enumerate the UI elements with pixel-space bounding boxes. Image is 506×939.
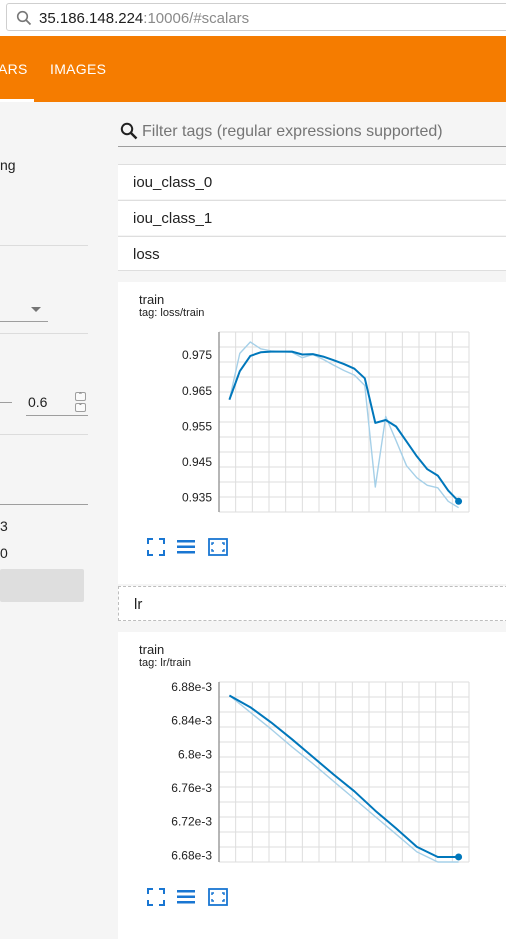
tag-filter[interactable]: Filter tags (regular expressions support… [118, 116, 506, 147]
tab-scalars-label: ARS [0, 61, 28, 77]
search-icon [16, 10, 32, 26]
divider [0, 245, 88, 246]
tab-images[interactable]: IMAGES [50, 36, 106, 102]
smoothing-input-underline [26, 415, 88, 416]
y-tick-label: 0.935 [182, 491, 212, 505]
y-tick-label: 6.8e-3 [178, 747, 212, 761]
spinner-up-icon[interactable]: ˆ [75, 392, 86, 401]
category-label: loss [133, 246, 160, 263]
address-field[interactable]: 35.186.148.224:10006/#scalars [6, 3, 506, 31]
y-tick-label: 0.955 [182, 419, 212, 433]
divider [0, 333, 88, 334]
url-host: 35.186.148.224 [39, 10, 144, 27]
sidebar: ng 0.6 ˆ ˇ 3 0 [0, 102, 100, 939]
loss-chart[interactable]: 0.935 0.945 0.955 0.965 0.975 [118, 320, 506, 520]
y-tick-label: 6.76e-3 [171, 781, 212, 795]
search-icon [120, 122, 138, 140]
url-text: 35.186.148.224:10006/#scalars [39, 10, 249, 27]
chart-card-lr: train tag: lr/train 6.68e-3 6.72e-3 6.76e-… [118, 632, 506, 939]
chart-title: train [139, 292, 165, 307]
smoothing-label-fragment: ng [0, 157, 16, 173]
raw-series-line [228, 341, 459, 509]
divider [0, 434, 88, 435]
y-tick-label: 6.68e-3 [171, 848, 212, 862]
grid [218, 681, 470, 863]
y-tick-label: 6.88e-3 [171, 680, 212, 694]
fullscreen-icon[interactable] [146, 887, 166, 907]
y-tick-label: 6.72e-3 [171, 815, 212, 829]
app-toolbar: ARS IMAGES [0, 36, 506, 102]
smoothed-series-line [228, 694, 459, 858]
category-loss[interactable]: loss [118, 236, 506, 271]
category-iou-class-0[interactable]: iou_class_0 [118, 164, 506, 199]
smoothed-series-line [228, 350, 460, 502]
chart-tag: tag: loss/train [139, 307, 205, 319]
chevron-down-icon[interactable] [31, 307, 41, 312]
data-list-icon[interactable] [176, 887, 196, 907]
tab-images-label: IMAGES [50, 61, 107, 77]
chart-tag: tag: lr/train [139, 657, 191, 669]
raw-series-line [228, 694, 459, 863]
category-label: iou_class_1 [133, 210, 213, 227]
spinner-down-icon[interactable]: ˇ [75, 403, 86, 412]
dropdown-underline[interactable] [0, 321, 48, 322]
last-point-marker [455, 497, 463, 505]
run-label-fragment: 0 [0, 545, 8, 561]
smoothing-value[interactable]: 0.6 [28, 394, 47, 410]
url-path: :10006/#scalars [143, 10, 250, 27]
data-list-icon[interactable] [176, 537, 196, 557]
run-label-fragment: 3 [0, 518, 8, 534]
grid [218, 331, 470, 513]
y-tick-label: 6.84e-3 [171, 714, 212, 728]
fit-domain-icon[interactable] [208, 537, 228, 557]
browser-url-bar: 35.186.148.224:10006/#scalars [0, 0, 506, 36]
y-tick-label: 0.945 [182, 455, 212, 469]
lr-chart[interactable]: 6.68e-3 6.72e-3 6.76e-3 6.8e-3 6.84e-3 6.88e-… [118, 670, 506, 870]
input-underline[interactable] [0, 504, 88, 505]
chart-card-loss: train tag: loss/train 0.935 0.945 0.955 0.9… [118, 282, 506, 584]
y-tick-label: 0.965 [182, 384, 212, 398]
filter-placeholder: Filter tags (regular expressions support… [142, 123, 443, 140]
category-label: lr [134, 596, 143, 613]
category-label: iou_class_0 [133, 174, 213, 191]
chart-title: train [139, 642, 165, 657]
smoothing-slider[interactable] [0, 402, 12, 403]
tab-scalars[interactable]: ARS [0, 36, 34, 102]
sidebar-button[interactable] [0, 569, 84, 602]
category-iou-class-1[interactable]: iou_class_1 [118, 200, 506, 235]
y-tick-label: 0.975 [182, 348, 212, 362]
category-lr[interactable]: lr [118, 586, 506, 621]
fullscreen-icon[interactable] [146, 537, 166, 557]
last-point-marker [455, 853, 463, 861]
fit-domain-icon[interactable] [208, 887, 228, 907]
